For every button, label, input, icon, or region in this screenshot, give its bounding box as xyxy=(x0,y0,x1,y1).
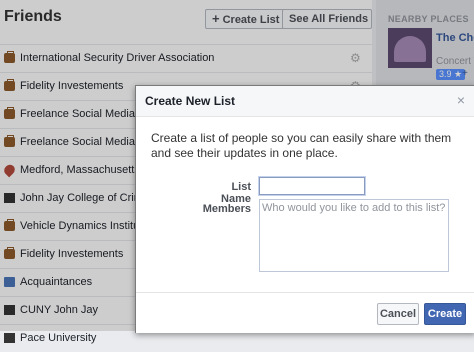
create-button[interactable]: Create xyxy=(424,303,466,325)
close-icon[interactable]: × xyxy=(457,92,465,108)
members-label: Members xyxy=(202,203,251,215)
cancel-button[interactable]: Cancel xyxy=(377,303,419,325)
graduation-cap-icon xyxy=(4,333,15,343)
list-name-label: List Name xyxy=(221,181,251,205)
dialog-header: Create New List × xyxy=(136,86,474,117)
create-list-dialog: Create New List × Create a list of peopl… xyxy=(135,85,474,333)
list-name-input[interactable] xyxy=(258,176,366,196)
dialog-title: Create New List xyxy=(145,94,236,108)
dialog-footer: Cancel Create xyxy=(136,292,474,333)
dialog-description: Create a list of people so you can easil… xyxy=(151,131,452,160)
members-input[interactable] xyxy=(259,199,449,272)
